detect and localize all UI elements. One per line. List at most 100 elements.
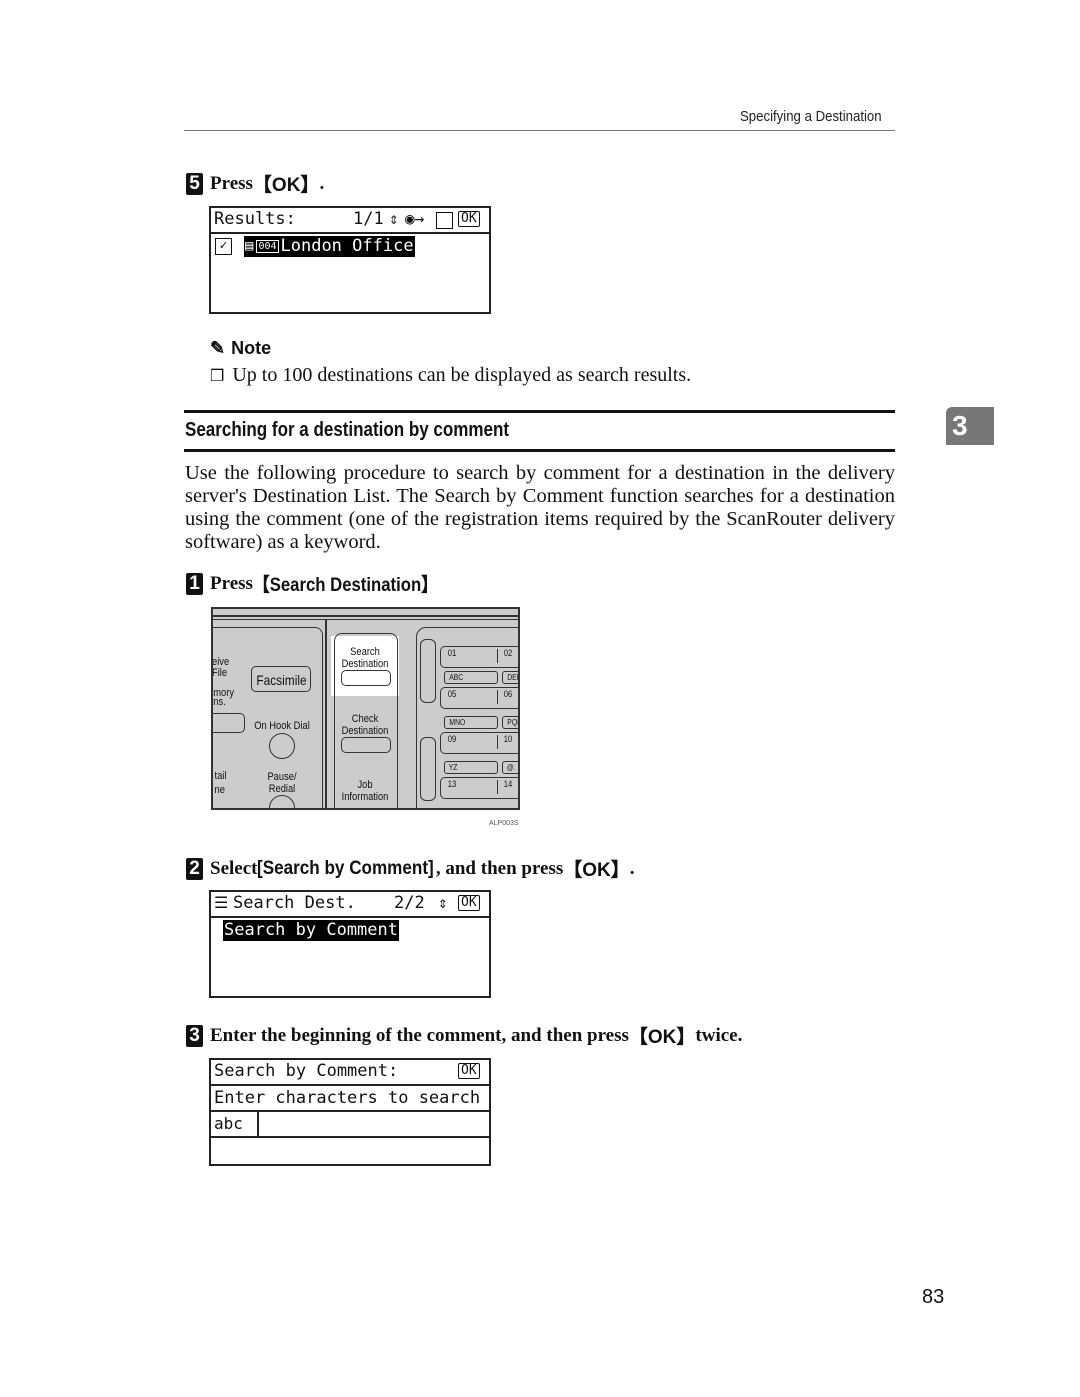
- section-rule-bottom: [184, 449, 895, 452]
- key-label-ok: 【OK】: [563, 860, 630, 881]
- label-pause-redial: Pause/ Redial: [267, 771, 297, 795]
- letter-key-DEF[interactable]: DEF: [502, 671, 520, 684]
- menu-item-search-by-comment[interactable]: Search by Comment: [223, 920, 399, 941]
- note-heading: ✎ Note: [210, 338, 271, 359]
- step-number: 2: [186, 857, 203, 880]
- label-detail: tail ne: [214, 770, 227, 796]
- note-item-text: Up to 100 destinations can be displayed …: [232, 364, 692, 386]
- up-down-arrow-icon[interactable]: ⇕: [438, 893, 448, 912]
- facsimile-button[interactable]: Facsimile: [251, 666, 311, 692]
- search-destination-button[interactable]: [341, 670, 391, 686]
- lcd-page-indicator: 1/1: [353, 209, 384, 229]
- step-text: Select: [210, 857, 258, 879]
- key-label: 14: [503, 779, 513, 789]
- letter-key-PQR[interactable]: PQR: [502, 716, 518, 729]
- empty-checkbox-icon[interactable]: [436, 212, 453, 229]
- note-title: Note: [231, 338, 272, 358]
- menu-item-ref: [Search by Comment]: [257, 857, 435, 879]
- step-text-end: twice.: [695, 1024, 743, 1046]
- key-label: DEF: [507, 673, 520, 682]
- menu-icon: ☰: [214, 893, 229, 912]
- key-label: PQR: [507, 718, 518, 727]
- label-job-information: Job Information: [341, 779, 389, 803]
- ok-key-icon[interactable]: OK: [458, 1063, 480, 1079]
- section-title: Searching for a destination by comment: [185, 419, 510, 441]
- key-label: 06: [503, 689, 513, 699]
- note-item: ❒ Up to 100 destinations can be displaye…: [210, 364, 691, 387]
- scroll-up-key[interactable]: [420, 639, 436, 703]
- step-5-instruction: 5 Press 【OK】 .: [186, 170, 324, 197]
- one-touch-key-05-06[interactable]: 05 06: [440, 687, 518, 709]
- section-rule-top: [184, 410, 895, 413]
- check-destination-button[interactable]: [341, 737, 391, 753]
- step-1-instruction: 1 Press 【Search Destination】: [186, 570, 463, 597]
- chapter-tab: 3: [946, 407, 994, 445]
- step-text: Press: [210, 572, 253, 594]
- key-label: 02: [503, 648, 513, 658]
- label-receive-file: eive File: [212, 656, 230, 679]
- lcd-title: Results:: [214, 209, 296, 229]
- lcd-search-dest-screen: ☰ Search Dest. 2/2 ⇕ OK Search by Commen…: [209, 890, 491, 998]
- ok-key-icon[interactable]: OK: [458, 211, 480, 227]
- step-number: 1: [186, 572, 203, 595]
- lcd-prompt: Enter characters to search: [214, 1088, 481, 1108]
- key-label-ok: 【OK】: [252, 175, 320, 196]
- key-label: 10: [503, 734, 513, 744]
- lcd-input-row: abc: [211, 1112, 489, 1138]
- step-text: Enter the beginning of the comment, and …: [210, 1024, 629, 1046]
- key-label: 13: [447, 779, 457, 789]
- letter-key-@.[interactable]: @.: [502, 761, 518, 774]
- checkbox-bullet-icon: ❒: [210, 367, 225, 385]
- input-mode[interactable]: abc: [214, 1114, 243, 1133]
- label-on-hook-dial: On Hook Dial: [254, 720, 310, 732]
- document-icon: ▤: [245, 238, 254, 254]
- lcd-results-screen: Results: 1/1 ⇕ ◉→ OK ✓ ▤ 004 London Offi…: [209, 206, 491, 314]
- label-check-destination: Check Destination: [341, 713, 389, 737]
- step-text-end: .: [319, 172, 325, 194]
- registration-number: 004: [256, 240, 279, 253]
- letter-key-YZ[interactable]: YZ: [444, 761, 498, 774]
- step-2-instruction: 2 Select [Search by Comment] , and then …: [186, 855, 635, 882]
- running-header: Specifying a Destination: [740, 108, 882, 125]
- lcd-page-indicator: 2/2: [394, 893, 425, 913]
- step-3-instruction: 3 Enter the beginning of the comment, an…: [186, 1022, 742, 1049]
- step-number: 3: [186, 1024, 203, 1047]
- on-hook-dial-button[interactable]: [269, 733, 295, 759]
- facsimile-label: Facsimile: [256, 672, 307, 688]
- header-divider: [184, 130, 895, 131]
- ok-key-icon[interactable]: OK: [458, 895, 480, 911]
- checked-checkbox-icon[interactable]: ✓: [215, 238, 232, 255]
- lcd-title-bar: Search by Comment: OK: [211, 1060, 489, 1086]
- step-text-mid: , and then press: [435, 857, 564, 879]
- one-touch-key-09-10[interactable]: 09 10: [440, 732, 518, 754]
- destination-name: London Office: [280, 236, 414, 256]
- intro-paragraph: Use the following procedure to search by…: [185, 462, 895, 553]
- key-label-ok: 【OK】: [628, 1027, 696, 1048]
- pencil-icon: ✎: [210, 338, 226, 358]
- letter-key-ABC[interactable]: ABC: [444, 671, 498, 684]
- step-text: Press: [210, 172, 253, 194]
- lcd-search-by-comment-screen: Search by Comment: OK Enter characters t…: [209, 1058, 491, 1166]
- step-number: 5: [186, 172, 203, 195]
- one-touch-key-01-02[interactable]: 01 02: [440, 646, 518, 668]
- one-touch-key-13-14[interactable]: 13 14: [440, 777, 518, 799]
- lcd-title-bar: Results: 1/1 ⇕ ◉→ OK: [211, 208, 489, 234]
- lcd-title-bar: ☰ Search Dest. 2/2 ⇕ OK: [211, 892, 489, 918]
- up-down-arrow-icon[interactable]: ⇕: [389, 209, 399, 228]
- key-label: MNO: [449, 718, 466, 727]
- letter-key-MNO[interactable]: MNO: [444, 716, 498, 729]
- key-label: ABC: [449, 673, 464, 682]
- comment-input[interactable]: [263, 1114, 483, 1134]
- lcd-title: Search by Comment:: [214, 1061, 399, 1081]
- key-label: 05: [447, 689, 457, 699]
- label-search-destination: Search Destination: [341, 646, 389, 670]
- memory-trans-button[interactable]: [213, 713, 245, 733]
- lcd-prompt-row: Enter characters to search: [211, 1086, 489, 1112]
- radio-arrow-icon[interactable]: ◉→: [405, 209, 424, 228]
- key-label: 01: [447, 648, 457, 658]
- scroll-down-key[interactable]: [420, 737, 436, 801]
- page-number: 83: [922, 1286, 945, 1308]
- key-label: 09: [447, 734, 457, 744]
- selected-destination[interactable]: ▤ 004 London Office: [244, 236, 415, 257]
- lcd-title: Search Dest.: [233, 893, 356, 913]
